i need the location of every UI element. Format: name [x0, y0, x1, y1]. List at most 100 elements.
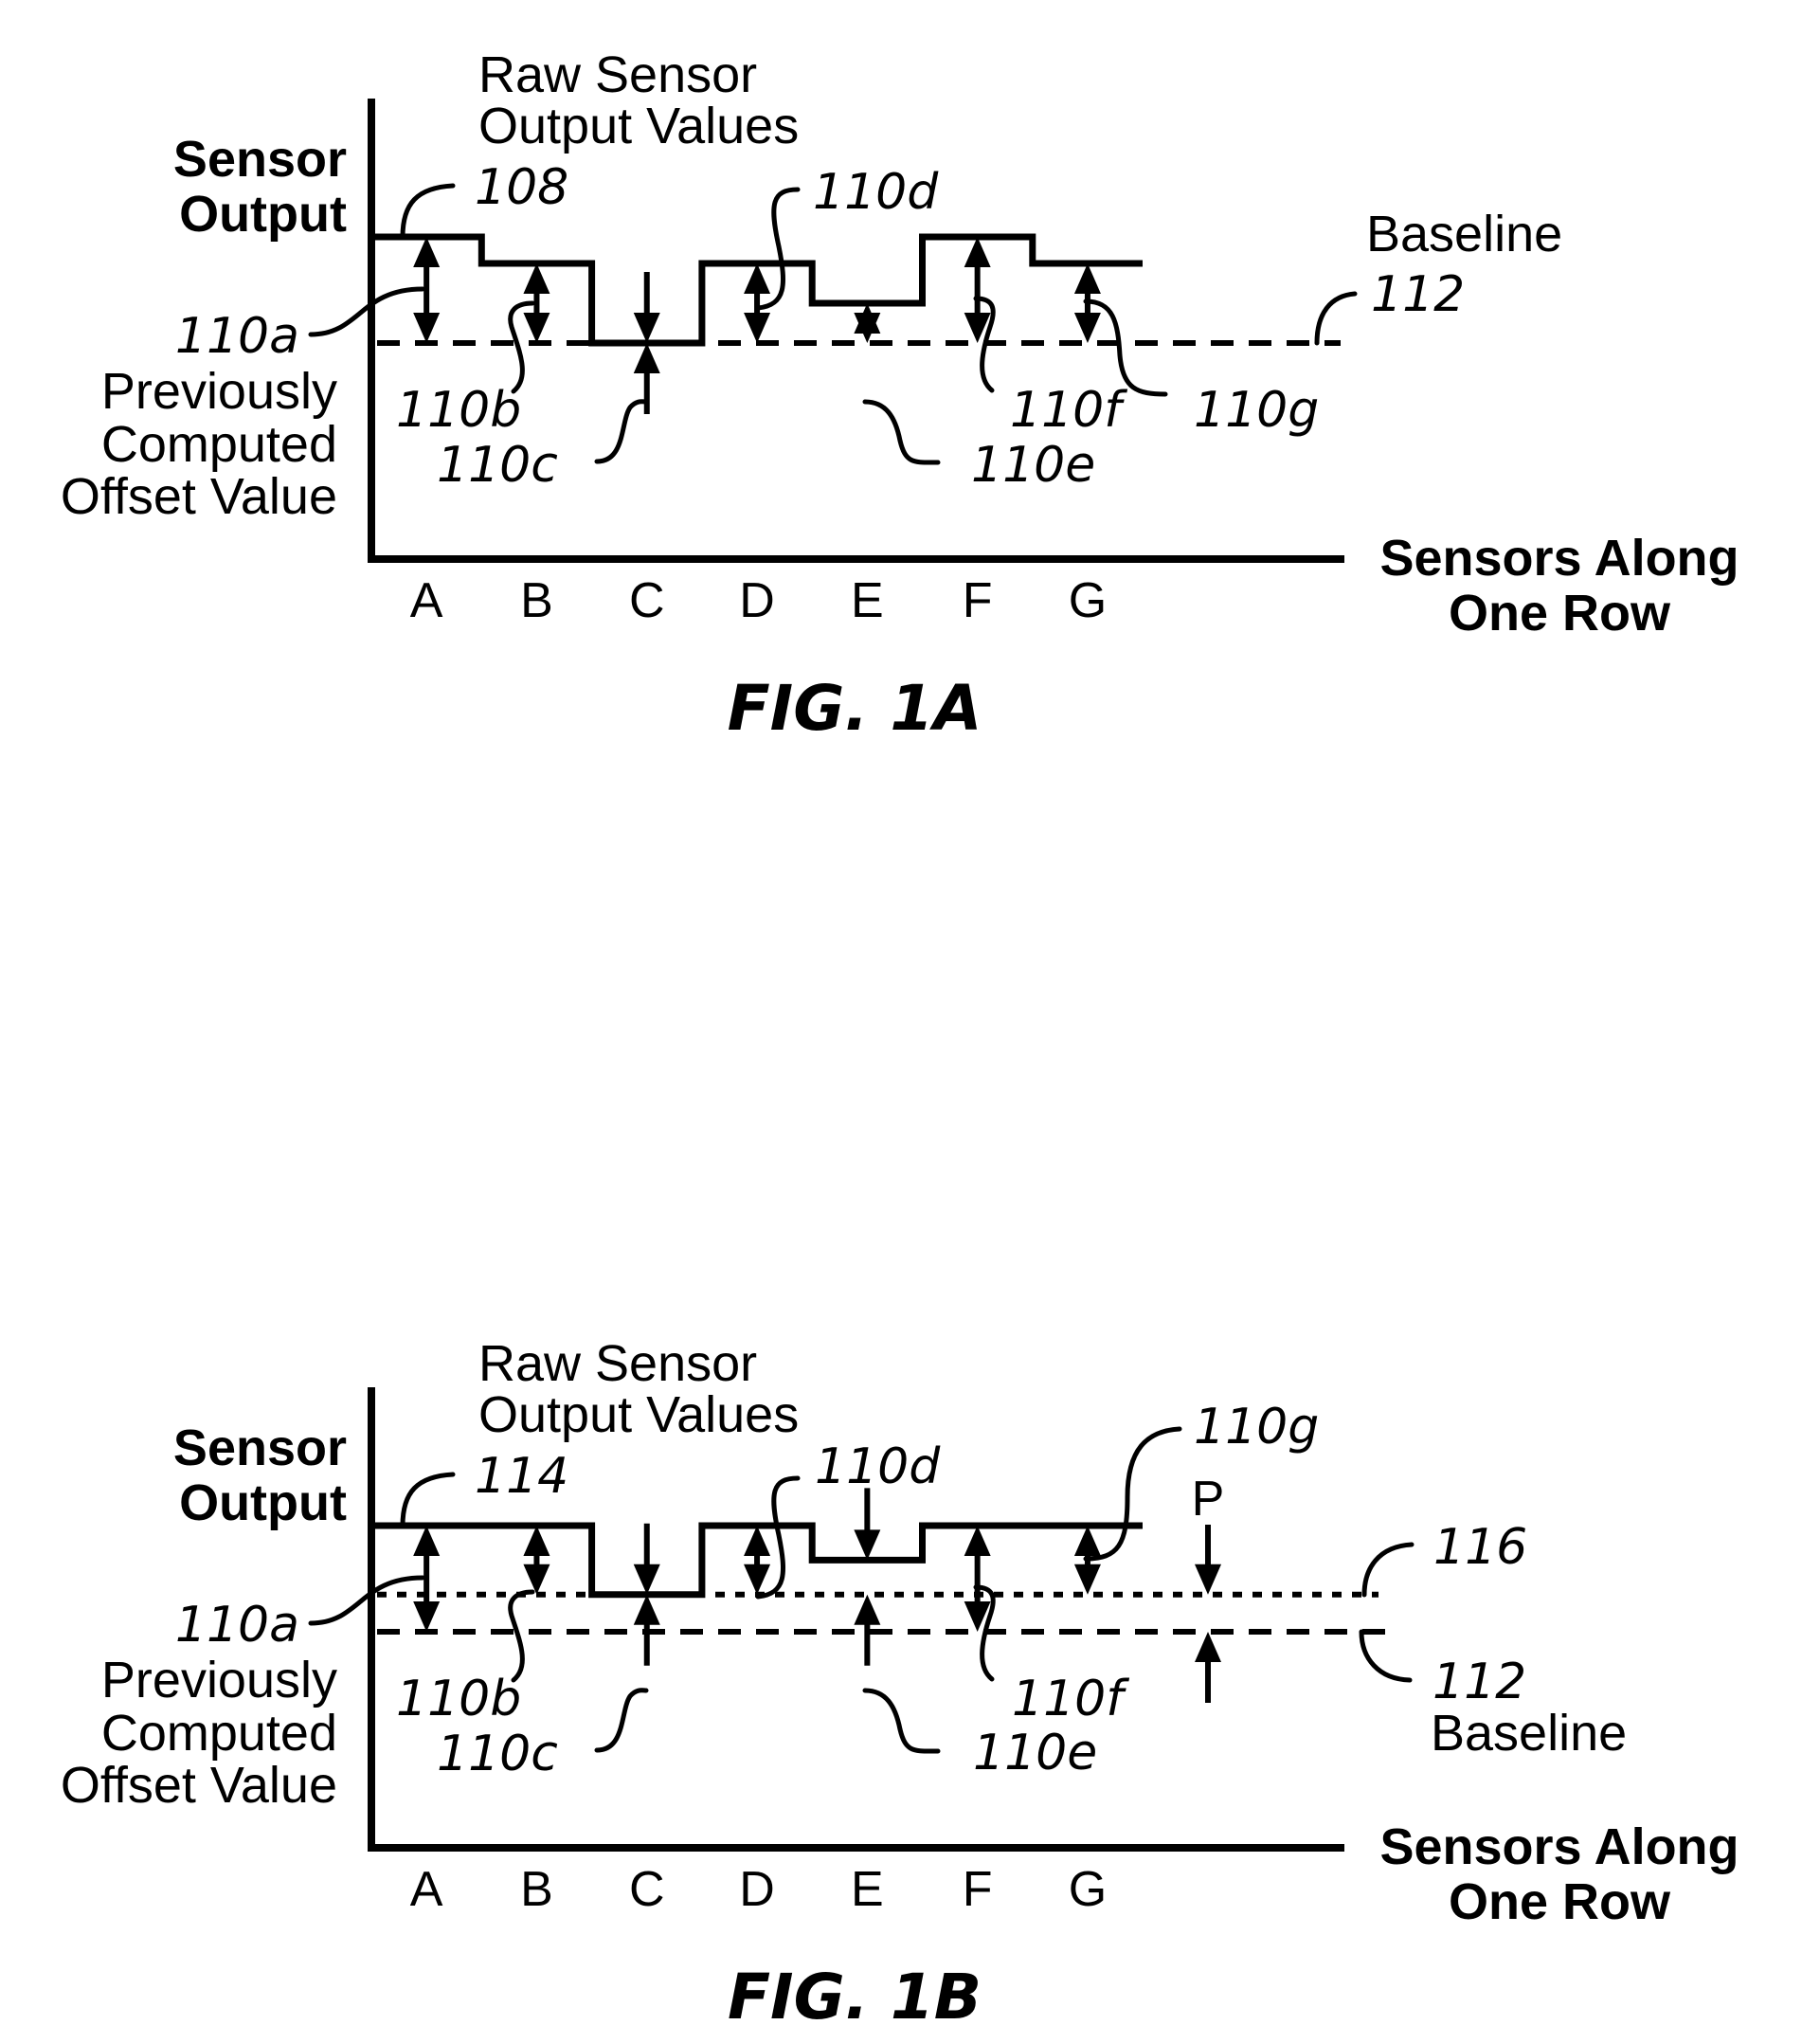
arrow-head-down: [413, 1601, 441, 1632]
baseline-label: Baseline: [1431, 1705, 1627, 1762]
offset-label-line3: Offset Value: [61, 468, 337, 525]
leader-offset-110c: [594, 1688, 649, 1753]
tick-label-c: C: [629, 573, 665, 628]
ref-offset-110a: 110a: [175, 1597, 299, 1654]
y-axis-label-line2: Output: [179, 186, 347, 243]
arrow-head-up: [854, 1594, 881, 1625]
arrow-head-down: [633, 313, 660, 343]
leader-baseline: [1314, 291, 1358, 346]
figure-fig1b: P A B C D E F G SensorOutput Sensors AlongOne Row…: [61, 1335, 1739, 2034]
ref-offset-110d: 110d: [813, 164, 939, 221]
leader-offset-110d: [755, 1475, 801, 1600]
offset-label-line1: Previously: [101, 363, 337, 420]
arrow-head-down: [854, 1529, 881, 1561]
arrow-head-down: [523, 313, 550, 343]
tick-label-e: E: [851, 573, 884, 628]
ref-trace: 114: [475, 1448, 568, 1505]
offset-label-line1: Previously: [101, 1652, 337, 1709]
tick-label-d: D: [739, 1862, 775, 1917]
ref-updated-baseline: 116: [1433, 1519, 1527, 1576]
y-axis-label-line1: Sensor: [173, 131, 347, 188]
ref-trace: 108: [475, 159, 568, 216]
arrow-head-up: [413, 237, 441, 267]
trace-label-line1: Raw Sensor: [478, 46, 757, 103]
offset-arrow-e: [854, 303, 881, 343]
offset-arrow-f: [964, 237, 991, 343]
leader-offset-110e: [862, 399, 941, 465]
x-axis-label-line2: One Row: [1449, 585, 1671, 642]
ref-offset-110e: 110e: [971, 437, 1095, 494]
x-axis-label-line1: Sensors Along: [1379, 1818, 1739, 1875]
offset-label-line2: Computed: [101, 416, 337, 473]
offset-arrow-f: [964, 1526, 991, 1632]
baseline-label: Baseline: [1366, 206, 1562, 262]
tick-label-c: C: [629, 1862, 665, 1917]
leader-offset-110a: [308, 286, 425, 337]
arrow-head-down: [413, 313, 441, 343]
y-axis-label-line1: Sensor: [173, 1419, 347, 1476]
offset-arrow-d: [744, 263, 771, 343]
y-axis-label-line2: Output: [179, 1474, 347, 1531]
arrow-head-down: [1073, 313, 1101, 343]
p-marker: P: [1192, 1472, 1225, 1703]
ref-baseline: 112: [1371, 266, 1465, 323]
ref-offset-110a: 110a: [175, 308, 299, 365]
ref-offset-110c: 110c: [437, 437, 558, 494]
arrow-head-up: [744, 1526, 771, 1556]
figure-fig1a: A B C D E F G SensorOutput Sensors AlongOne Row R…: [61, 46, 1739, 745]
tick-label-d: D: [739, 573, 775, 628]
ref-offset-110g: 110g: [1194, 1399, 1319, 1455]
figure-caption: FIG. 1A: [728, 672, 982, 745]
arrow-head-up: [1073, 263, 1101, 294]
arrow-head-down: [1073, 1564, 1101, 1595]
arrow-head-up: [413, 1526, 441, 1556]
leader-updated-baseline: [1361, 1542, 1415, 1598]
tick-label-f: F: [963, 573, 993, 628]
tick-label-b: B: [520, 1862, 553, 1917]
ref-offset-110b: 110b: [396, 1671, 521, 1727]
arrow-head-down: [1195, 1564, 1221, 1595]
figure-caption: FIG. 1B: [728, 1961, 982, 2034]
leader-baseline: [1359, 1629, 1413, 1683]
arrow-head-down: [633, 1564, 660, 1595]
patent-drawing-sheet: A B C D E F G Sensor Output Sensors Along One Row R…: [0, 0, 1820, 2043]
ref-offset-110b: 110b: [396, 382, 521, 439]
trace-label-line2: Output Values: [478, 98, 799, 154]
leader-trace: [400, 1472, 456, 1528]
arrow-head-up: [964, 237, 991, 267]
p-marker-label: P: [1192, 1472, 1225, 1527]
ref-baseline: 112: [1433, 1654, 1526, 1710]
ref-offset-110f: 110f: [1012, 1671, 1129, 1727]
ref-offset-110g: 110g: [1194, 382, 1319, 439]
arrow-head-up: [523, 1526, 550, 1556]
tick-label-a: A: [410, 1862, 443, 1917]
leader-offset-110c: [594, 399, 649, 464]
arrow-head-up: [523, 263, 550, 294]
tick-label-b: B: [520, 573, 553, 628]
offset-label-line2: Computed: [101, 1705, 337, 1762]
x-axis-label-line2: One Row: [1449, 1873, 1671, 1930]
arrow-head-down: [744, 1564, 771, 1595]
leader-offset-110a: [308, 1575, 425, 1626]
tick-label-g: G: [1069, 1862, 1107, 1917]
arrow-head-up: [1195, 1632, 1221, 1662]
arrow-head-up: [633, 1594, 660, 1625]
ref-offset-110f: 110f: [1010, 382, 1127, 439]
offset-label-line3: Offset Value: [61, 1757, 337, 1814]
offset-arrow-d: [744, 1526, 771, 1595]
x-axis-label-line1: Sensors Along: [1379, 530, 1739, 587]
arrow-head-down: [744, 313, 771, 343]
arrow-head-up: [964, 1526, 991, 1556]
ref-offset-110e: 110e: [973, 1725, 1097, 1781]
trace-label-line1: Raw Sensor: [478, 1335, 757, 1392]
drawing-canvas: A B C D E F GSensorOutputSensors AlongOne RowR…: [61, 46, 1739, 2034]
tick-label-a: A: [410, 573, 443, 628]
ref-offset-110c: 110c: [437, 1726, 558, 1782]
arrow-head-up: [633, 343, 660, 373]
leader-offset-110b: [508, 1589, 535, 1683]
tick-label-e: E: [851, 1862, 884, 1917]
offset-arrow-e: [854, 1488, 881, 1666]
tick-label-f: F: [963, 1862, 993, 1917]
tick-label-g: G: [1069, 573, 1107, 628]
leader-trace: [400, 183, 456, 240]
